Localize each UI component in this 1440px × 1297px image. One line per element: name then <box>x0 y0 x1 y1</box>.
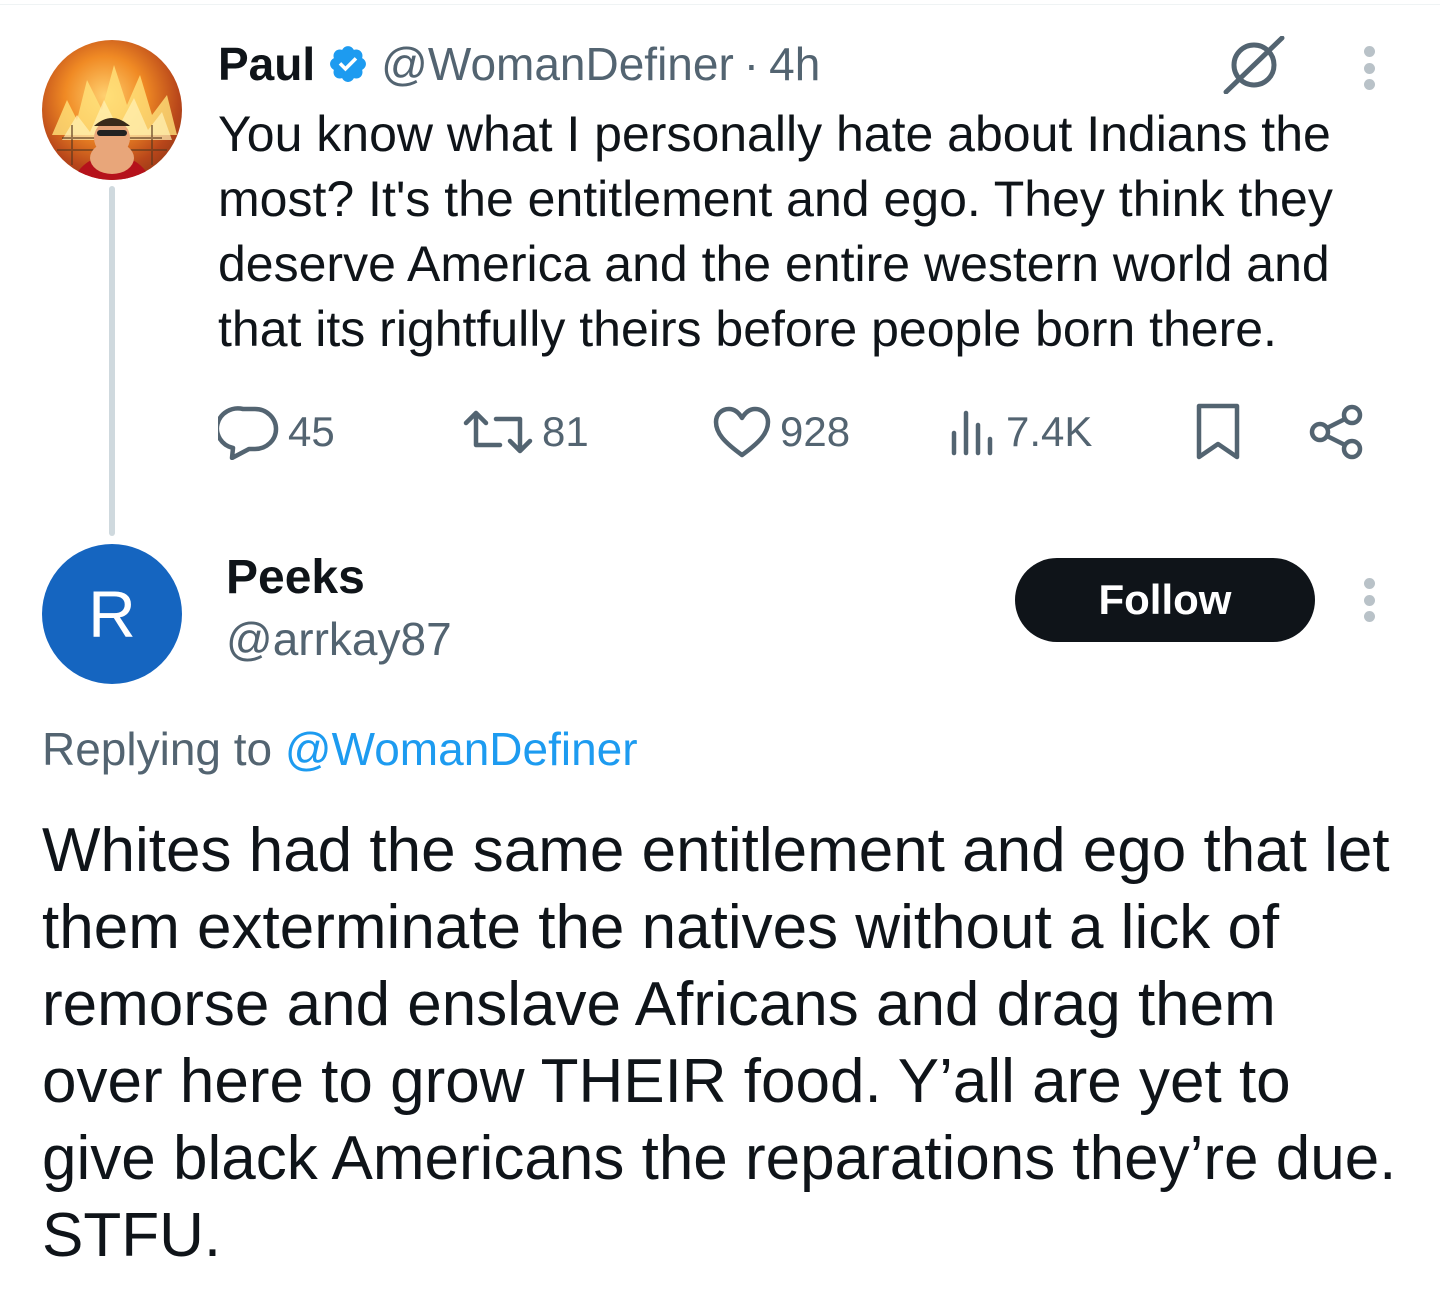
bookmark-icon <box>1194 402 1242 462</box>
repost-count: 81 <box>542 408 589 455</box>
more-icon[interactable] <box>1364 578 1378 622</box>
tweet-text: You know what I personally hate about In… <box>218 106 1333 357</box>
replying-to-handle-link[interactable]: @WomanDefiner <box>285 723 638 775</box>
separator-dot: · <box>743 38 760 90</box>
reply-author-name[interactable]: Peeks <box>226 550 365 605</box>
reply-author-avatar[interactable]: R <box>42 544 182 684</box>
repost-icon <box>462 407 534 457</box>
share-button[interactable] <box>1308 400 1364 464</box>
views-count: 7.4K <box>1006 408 1093 455</box>
views-icon <box>948 407 998 457</box>
verified-badge-icon <box>327 43 369 85</box>
tweet-actions: 45 81 928 7.4K <box>218 400 1368 464</box>
replying-to-prefix: Replying to <box>42 723 273 775</box>
reply-count: 45 <box>288 408 335 455</box>
follow-button[interactable]: Follow <box>1015 558 1315 642</box>
reply-text: Whites had the same entitlement and ego … <box>42 816 1397 1270</box>
bookmark-button[interactable] <box>1194 400 1242 464</box>
reply-icon <box>218 404 280 460</box>
like-count: 928 <box>780 408 851 455</box>
tweet-time[interactable]: 4h <box>769 37 820 91</box>
tweet-header: Paul @WomanDefiner · 4h <box>218 36 820 92</box>
avatar-image <box>52 65 177 180</box>
reply-author-handle[interactable]: @arrkay87 <box>226 612 452 666</box>
reply-button[interactable]: 45 <box>218 400 335 464</box>
like-icon <box>712 405 772 459</box>
views-button[interactable]: 7.4K <box>948 400 1092 464</box>
like-button[interactable]: 928 <box>712 400 850 464</box>
thread-line <box>109 186 115 536</box>
author-avatar[interactable] <box>42 40 182 180</box>
author-name[interactable]: Paul <box>218 37 315 91</box>
replying-to: Replying to @WomanDefiner <box>42 722 638 776</box>
grok-icon[interactable] <box>1222 35 1286 95</box>
more-icon[interactable] <box>1364 46 1378 90</box>
top-divider <box>0 4 1440 5</box>
author-handle[interactable]: @WomanDefiner <box>381 37 734 91</box>
repost-button[interactable]: 81 <box>462 400 589 464</box>
share-icon <box>1308 404 1364 460</box>
